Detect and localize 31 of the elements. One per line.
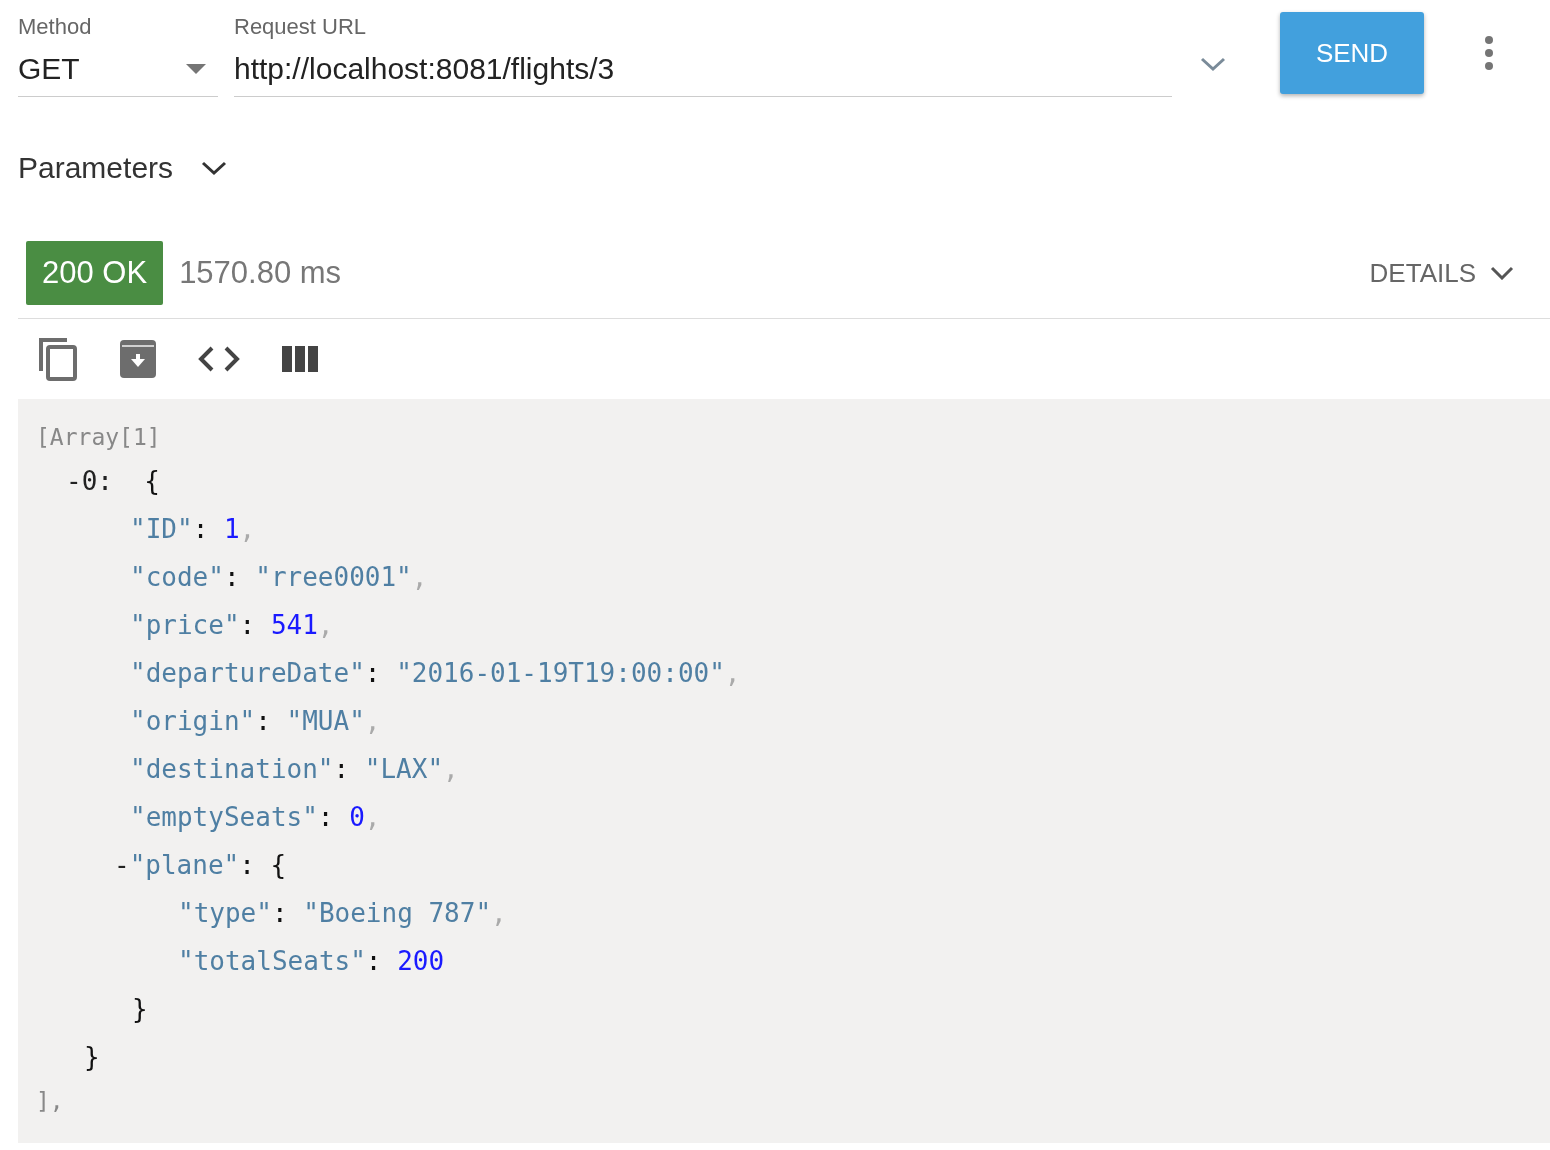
json-line: "origin": "MUA", — [129, 705, 382, 738]
json-line: "code": "rree0001", — [129, 561, 429, 594]
method-label: Method — [18, 13, 93, 41]
more-icon[interactable] — [1484, 36, 1494, 70]
json-line: "emptySeats": 0, — [129, 801, 382, 834]
json-line: "price": 541, — [129, 609, 335, 642]
method-dropdown[interactable]: GET — [18, 42, 218, 97]
chevron-down-icon[interactable] — [201, 160, 228, 176]
details-button[interactable]: DETAILS — [1363, 256, 1520, 290]
code-icon[interactable] — [198, 345, 240, 373]
copy-icon[interactable] — [38, 337, 78, 381]
chevron-down-icon — [1490, 266, 1514, 280]
json-line: [Array[1] — [36, 423, 162, 452]
json-line: ], — [36, 1087, 65, 1116]
dropdown-arrow-icon — [186, 64, 206, 74]
json-line: } — [131, 993, 149, 1026]
json-line: "departureDate": "2016-01-19T19:00:00", — [129, 657, 742, 690]
parameters-toggle[interactable]: Parameters — [18, 151, 174, 185]
response-time: 1570.80 ms — [179, 255, 342, 291]
url-field[interactable]: http://localhost:8081/flights/3 — [234, 42, 1172, 97]
url-label: Request URL — [234, 13, 368, 41]
json-line: "ID": 1, — [129, 513, 257, 546]
json-line: -0: { — [65, 465, 161, 498]
status-badge: 200 OK — [26, 241, 164, 305]
json-line: "totalSeats": 200 — [177, 945, 446, 978]
json-line: "type": "Boeing 787", — [177, 897, 508, 930]
json-line: "destination": "LAX", — [129, 753, 460, 786]
download-box-icon[interactable] — [120, 340, 156, 378]
json-line: } — [83, 1041, 101, 1074]
json-line: -"plane": { — [113, 849, 288, 882]
columns-icon[interactable] — [282, 346, 318, 372]
